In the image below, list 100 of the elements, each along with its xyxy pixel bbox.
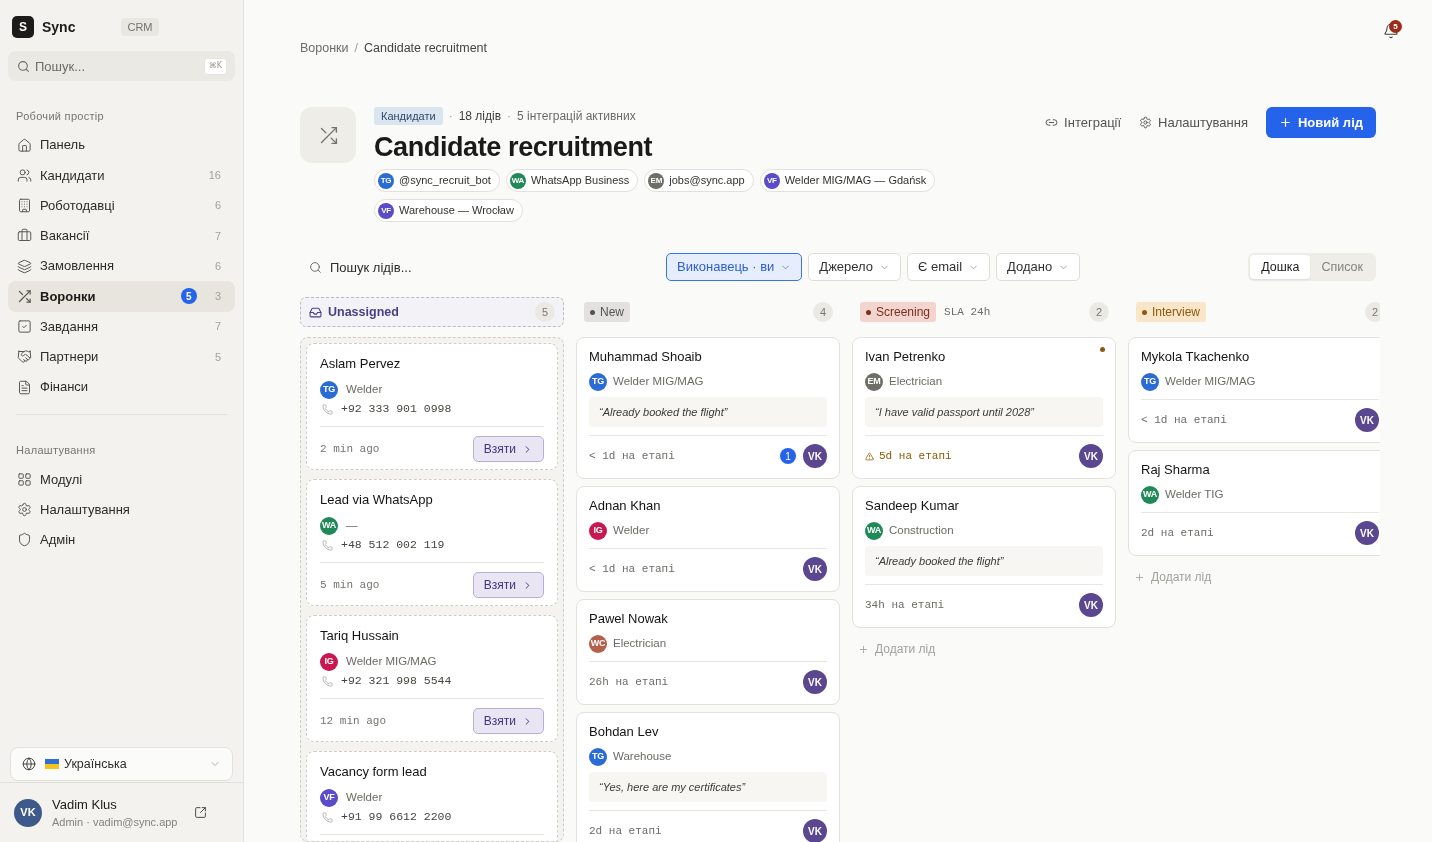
language-select[interactable]: Українська xyxy=(10,747,233,781)
source-chip[interactable]: VF Welder MIG/MAG — Gdańsk xyxy=(759,169,936,192)
source-avatar: WA xyxy=(320,517,338,535)
stage-duration: < 1d на етапі xyxy=(589,448,675,464)
lead-card[interactable]: Vacancy form lead VF Welder +91 99 6612 2200 xyxy=(306,751,558,841)
source-chip[interactable]: TG @sync_recruit_bot xyxy=(374,169,500,192)
view-tab[interactable]: Дошка xyxy=(1250,255,1311,279)
filter-dropdown[interactable]: Додано xyxy=(996,253,1081,281)
source-chip[interactable]: WA WhatsApp Business xyxy=(505,169,639,192)
lead-name: Tariq Hussain xyxy=(320,627,400,645)
source-avatar: VF xyxy=(320,789,338,807)
lead-card[interactable]: Tariq Hussain IG Welder MIG/MAG +92 321 998 5544 12 min ago Взяти xyxy=(306,615,558,742)
inbox-icon xyxy=(309,305,322,319)
take-button[interactable]: Взяти xyxy=(472,708,544,734)
lead-card[interactable]: Lead via WhatsApp WA — +48 512 002 119 5 min ago Взяти xyxy=(306,479,558,606)
stage-name: Screening xyxy=(876,304,931,321)
lead-name: Pawel Nowak xyxy=(589,610,669,628)
source-avatar: TG xyxy=(589,748,607,766)
source-chip[interactable]: VF Warehouse — Wrocław xyxy=(374,199,523,222)
phone-number: +91 99 6612 2200 xyxy=(341,809,452,826)
lead-card[interactable]: Sandeep Kumar WA Construction “Already booked the flight” 34h на етапі VK xyxy=(852,486,1116,628)
nav-count: 7 xyxy=(214,228,221,244)
lead-card[interactable]: Pawel Nowak WC Electrician 26h на етапі VK xyxy=(576,599,840,705)
nav-item[interactable]: Адмін xyxy=(8,524,235,555)
job-title: Electrician xyxy=(613,636,667,652)
lead-name: Aslam Pervez xyxy=(320,355,402,373)
nav-count: 7 xyxy=(214,319,221,335)
nav-item[interactable]: Панель xyxy=(8,130,235,161)
nav-item[interactable]: Роботодавці 6 xyxy=(8,190,235,221)
assignee-avatar: VK xyxy=(803,444,827,468)
user-avatar: VK xyxy=(14,798,42,827)
lead-name: Adnan Khan xyxy=(589,497,662,515)
source-avatar: WC xyxy=(589,635,607,653)
breadcrumb-current: Candidate recruitment xyxy=(364,40,488,56)
source-avatar: VF xyxy=(763,172,780,189)
column-title: Unassigned xyxy=(328,303,399,321)
notification-count: 5 xyxy=(1389,20,1402,33)
lead-card[interactable]: Adnan Khan IG Welder < 1d на етапі VK xyxy=(576,486,840,592)
home-icon xyxy=(17,137,32,153)
message-quote: “Yes, here are my certificates” xyxy=(589,772,827,802)
lead-card[interactable]: Ivan Petrenko EM Electrician “I have valid passport until 2028” 5d на етапі VK xyxy=(852,337,1116,479)
lead-name: Muhammad Shoaib xyxy=(589,348,703,366)
search-icon xyxy=(309,260,322,274)
lead-card[interactable]: Raj Sharma WA Welder TIG 2d на етапі VK xyxy=(1128,450,1380,556)
time-ago: 2 min ago xyxy=(320,441,380,457)
nav-item[interactable]: Завдання 7 xyxy=(8,311,235,342)
checked-square-icon xyxy=(17,319,32,335)
search-field[interactable]: Пошук лідів... xyxy=(330,253,650,281)
message-quote: “Already booked the flight” xyxy=(865,546,1103,576)
assignee-avatar: VK xyxy=(1355,408,1379,432)
nav-item[interactable]: Кандидати 16 xyxy=(8,160,235,191)
layers-icon xyxy=(17,258,32,274)
assignee-avatar: VK xyxy=(1079,593,1103,617)
column-count: 2 xyxy=(1365,302,1380,322)
stage-duration: 5d на етапі xyxy=(879,448,952,464)
lead-name: Lead via WhatsApp xyxy=(320,491,434,509)
phone-number: +48 512 002 119 xyxy=(341,537,445,554)
lead-card[interactable]: Mykola Tkachenko TG Welder MIG/MAG < 1d на етапі VK xyxy=(1128,337,1380,443)
link-icon xyxy=(1045,116,1059,129)
filter-dropdown[interactable]: Є email xyxy=(907,253,991,281)
job-title: Welder MIG/MAG xyxy=(1165,374,1256,390)
filter-dropdown[interactable]: Джерело xyxy=(808,253,902,281)
job-title: Welder MIG/MAG xyxy=(613,374,704,390)
plus-icon xyxy=(858,643,869,655)
header-action[interactable]: Інтеграції xyxy=(1045,107,1122,138)
take-button[interactable]: Взяти xyxy=(472,572,544,598)
nav-item[interactable]: Модулі xyxy=(8,464,235,495)
nav-item[interactable]: Воронки 5 3 xyxy=(8,281,235,312)
bell-icon[interactable] xyxy=(1383,23,1399,39)
new-lead-button[interactable]: Новий лід xyxy=(1265,107,1376,138)
lead-card[interactable]: Bohdan Lev TG Warehouse “Yes, here are my certificates” 2d на етапі VK xyxy=(576,712,840,842)
product-tag: CRM xyxy=(121,18,159,36)
nav-count: 6 xyxy=(214,198,221,214)
plus-icon xyxy=(1134,571,1145,583)
filter-dropdown[interactable]: Виконавець · ви xyxy=(666,253,803,281)
assignee-avatar: VK xyxy=(1355,521,1379,545)
source-avatar: IG xyxy=(589,522,607,540)
nav-item[interactable]: Замовлення 6 xyxy=(8,251,235,282)
nav-count: 16 xyxy=(208,168,221,184)
source-avatar: WA xyxy=(865,522,883,540)
lead-card[interactable]: Muhammad Shoaib TG Welder MIG/MAG “Already booked the flight” < 1d на етапі 1 VK xyxy=(576,337,840,479)
nav-item[interactable]: Вакансії 7 xyxy=(8,220,235,251)
source-avatar: VF xyxy=(378,202,394,219)
users-icon xyxy=(17,167,32,183)
stage-name: Interview xyxy=(1152,304,1201,321)
nav-item[interactable]: Фінанси xyxy=(8,372,235,403)
breadcrumb-link[interactable]: Воронки xyxy=(300,40,349,56)
job-title: — xyxy=(346,518,358,534)
nav-item[interactable]: Партнери 5 xyxy=(8,341,235,372)
take-button[interactable]: Взяти xyxy=(472,436,544,462)
settings-icon xyxy=(17,502,32,518)
source-chip[interactable]: EM jobs@sync.app xyxy=(644,169,754,192)
external-link-icon[interactable] xyxy=(194,806,207,819)
job-title: Construction xyxy=(889,523,954,539)
grid-icon xyxy=(17,471,32,487)
phone-number: +92 321 998 5544 xyxy=(341,673,452,690)
nav-item[interactable]: Налаштування xyxy=(8,494,235,525)
header-action[interactable]: Налаштування xyxy=(1139,107,1248,138)
stage-duration: 26h на етапі xyxy=(589,674,669,690)
lead-card[interactable]: Aslam Pervez TG Welder +92 333 901 0998 2 min ago Взяти xyxy=(306,343,558,470)
